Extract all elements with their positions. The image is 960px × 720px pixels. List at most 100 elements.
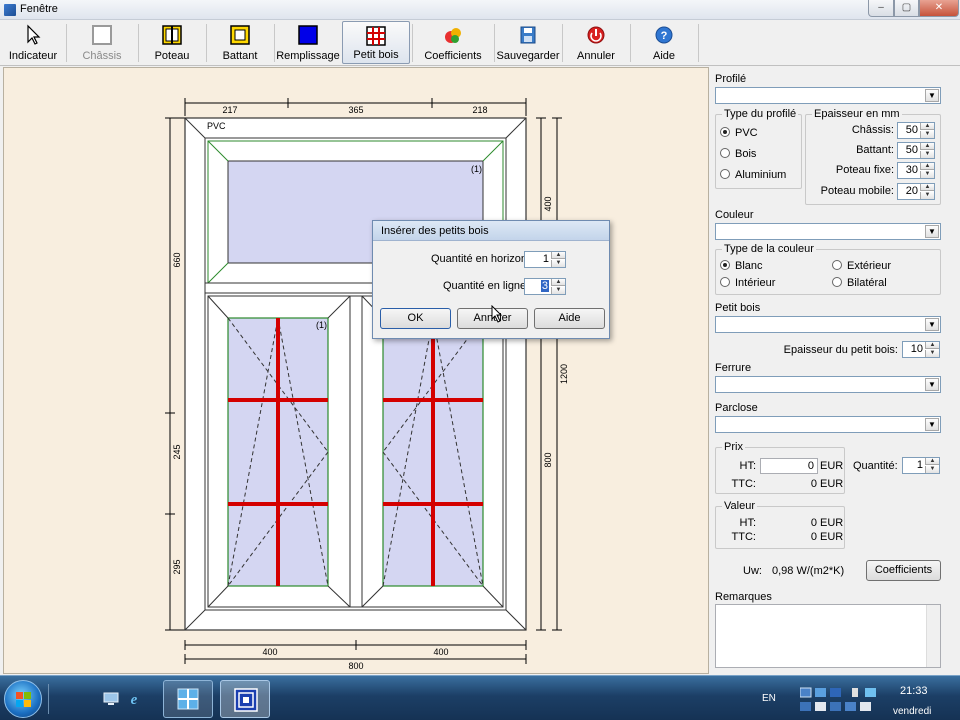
quantity-spinner[interactable]: 1 ▲ ▼ xyxy=(902,457,940,474)
hardware-select[interactable]: ▼ xyxy=(715,376,941,393)
value-ht-label: HT: xyxy=(739,517,757,529)
clock-day[interactable]: vendredi xyxy=(893,706,931,717)
ok-button[interactable]: OK xyxy=(380,308,451,329)
toolbar-label: Sauvegarder xyxy=(496,50,560,62)
language-indicator[interactable]: EN xyxy=(762,693,776,704)
toolbar-poteau-button[interactable]: Poteau xyxy=(140,21,204,64)
uw-value: 0,98 W/(m2*K) xyxy=(772,565,845,577)
toolbar-label: Battant xyxy=(222,50,258,62)
thickness-poteau-fixe-spinner[interactable]: 30 ▲ ▼ xyxy=(897,162,935,179)
taskbar-app-window-designer[interactable] xyxy=(220,680,270,718)
coefficients-icon xyxy=(445,28,461,43)
radio-blanc[interactable]: Blanc xyxy=(720,260,763,272)
toolbar-petit-bois-button[interactable]: Petit bois xyxy=(342,21,410,64)
spin-up-icon[interactable]: ▲ xyxy=(920,143,934,150)
spin-down-icon[interactable]: ▼ xyxy=(551,287,565,294)
muntin-select[interactable]: ▼ xyxy=(715,316,941,333)
spin-down-icon[interactable]: ▼ xyxy=(551,260,565,267)
uw-label: Uw: xyxy=(743,565,762,577)
toolbar: Indicateur Châssis Poteau Battant Rempli… xyxy=(0,20,960,66)
toolbar-aide-button[interactable]: ? Aide xyxy=(632,21,696,64)
thickness-group: Epaisseur en mm Châssis: 50 ▲ ▼ Battant: … xyxy=(805,108,941,205)
horizontal-quantity-spinner[interactable]: 1 ▲ ▼ xyxy=(524,251,566,268)
glazing-bead-select[interactable]: ▼ xyxy=(715,416,941,433)
muntin-thickness-spinner[interactable]: 10 ▲ ▼ xyxy=(902,341,940,358)
window-drawing: 217 365 218 400 400 800 660 245 295 400 … xyxy=(165,98,569,671)
windows-logo-icon xyxy=(16,692,31,707)
chevron-down-icon[interactable]: ▼ xyxy=(925,89,939,102)
radio-dot xyxy=(832,260,842,270)
help-button[interactable]: Aide xyxy=(534,308,605,329)
toolbar-coefficients-button[interactable]: Coefficients xyxy=(414,21,492,64)
spin-down-icon[interactable]: ▼ xyxy=(920,131,934,138)
internet-explorer-icon[interactable]: e xyxy=(126,690,142,706)
profile-label: Profilé xyxy=(715,73,747,85)
toolbar-chassis-button[interactable]: Châssis xyxy=(68,21,136,64)
transom-marker: (1) xyxy=(471,164,482,174)
spin-up-icon[interactable]: ▲ xyxy=(551,252,565,259)
radio-bois[interactable]: Bois xyxy=(720,148,756,160)
close-button[interactable]: ✕ xyxy=(919,0,959,17)
spin-up-icon[interactable]: ▲ xyxy=(925,458,939,465)
show-desktop-icon[interactable] xyxy=(103,692,119,706)
spin-down-icon[interactable]: ▼ xyxy=(920,192,934,199)
start-button[interactable] xyxy=(4,680,42,718)
material-label: PVC xyxy=(207,121,226,131)
maximize-button[interactable]: ▢ xyxy=(894,0,919,17)
toolbar-indicateur-button[interactable]: Indicateur xyxy=(2,21,64,64)
spin-down-icon[interactable]: ▼ xyxy=(920,171,934,178)
horizontal-quantity-value: 1 xyxy=(542,253,549,265)
price-ht-input[interactable]: 0 xyxy=(760,458,818,474)
chevron-down-icon[interactable]: ▼ xyxy=(925,418,939,431)
toolbar-separator xyxy=(562,24,563,62)
spin-down-icon[interactable]: ▼ xyxy=(925,466,939,473)
price-title: Prix xyxy=(722,441,745,453)
line-quantity-spinner[interactable]: 3 ▲ ▼ xyxy=(524,278,566,295)
horizontal-quantity-label: Quantité en horizon xyxy=(431,253,528,265)
toolbar-separator xyxy=(206,24,207,62)
remarks-scrollbar[interactable] xyxy=(926,605,940,667)
profile-select[interactable]: ▼ xyxy=(715,87,941,104)
radio-exterieur[interactable]: Extérieur xyxy=(832,260,891,272)
color-select[interactable]: ▼ xyxy=(715,223,941,240)
spin-up-icon[interactable]: ▲ xyxy=(920,163,934,170)
spin-up-icon[interactable]: ▲ xyxy=(920,184,934,191)
chevron-down-icon[interactable]: ▼ xyxy=(925,378,939,391)
spin-up-icon[interactable]: ▲ xyxy=(920,123,934,130)
coefficients-button[interactable]: Coefficients xyxy=(866,560,941,581)
toolbar-remplissage-button[interactable]: Remplissage xyxy=(275,21,341,64)
chevron-down-icon[interactable]: ▼ xyxy=(925,225,939,238)
mouse-cursor-icon xyxy=(491,305,503,323)
clock-time[interactable]: 21:33 xyxy=(900,685,928,697)
spin-up-icon[interactable]: ▲ xyxy=(925,342,939,349)
toolbar-sauvegarder-button[interactable]: Sauvegarder xyxy=(496,21,560,64)
taskbar-app-explorer[interactable] xyxy=(163,680,213,718)
toolbar-separator xyxy=(630,24,631,62)
drawing-canvas[interactable]: 217 365 218 400 400 800 660 245 295 400 … xyxy=(3,67,709,674)
thickness-battant-spinner[interactable]: 50 ▲ ▼ xyxy=(897,142,935,159)
thickness-poteau-mobile-spinner[interactable]: 20 ▲ ▼ xyxy=(897,183,935,200)
toolbar-annuler-button[interactable]: Annuler xyxy=(564,21,628,64)
window-designer-icon xyxy=(234,688,258,712)
muntin-thickness-label: Epaisseur du petit bois: xyxy=(783,344,898,356)
remarks-textarea[interactable] xyxy=(715,604,941,668)
spin-down-icon[interactable]: ▼ xyxy=(920,151,934,158)
radio-aluminium[interactable]: Aluminium xyxy=(720,169,786,181)
thickness-chassis-spinner[interactable]: 50 ▲ ▼ xyxy=(897,122,935,139)
dim-right-3: 800 xyxy=(543,452,553,467)
spin-down-icon[interactable]: ▼ xyxy=(925,350,939,357)
value-ttc-label: TTC: xyxy=(731,531,756,543)
grid-icon xyxy=(366,26,386,46)
toolbar-battant-button[interactable]: Battant xyxy=(208,21,272,64)
minimize-button[interactable]: – xyxy=(868,0,894,17)
radio-dot xyxy=(720,169,730,179)
radio-bilateral[interactable]: Bilatéral xyxy=(832,277,887,289)
system-tray-icons[interactable] xyxy=(800,686,880,714)
toolbar-label: Châssis xyxy=(82,50,122,62)
radio-interieur[interactable]: Intérieur xyxy=(720,277,775,289)
radio-pvc[interactable]: PVC xyxy=(720,127,758,139)
spin-up-icon[interactable]: ▲ xyxy=(551,279,565,286)
dim-left-2: 245 xyxy=(172,444,182,459)
chevron-down-icon[interactable]: ▼ xyxy=(925,318,939,331)
app-icon xyxy=(4,4,16,16)
